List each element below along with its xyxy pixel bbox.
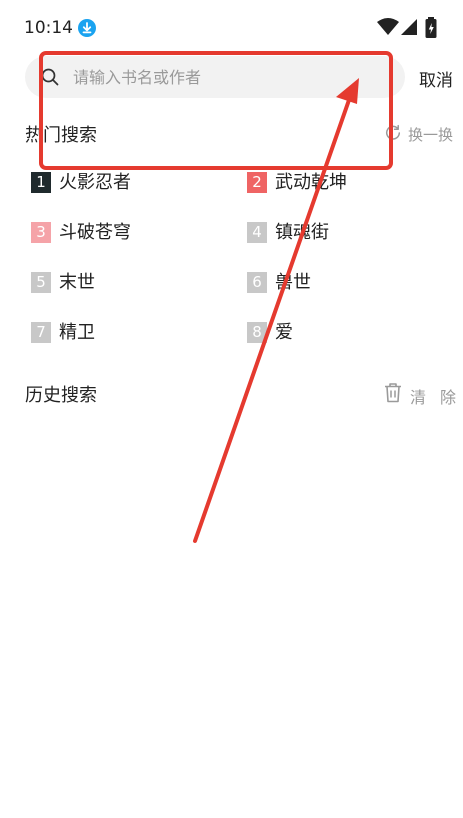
download-badge-icon xyxy=(78,19,96,37)
rank-badge: 3 xyxy=(31,222,51,243)
hot-search-title: 热门搜索 xyxy=(25,125,97,146)
hot-search-label: 爱 xyxy=(275,322,293,343)
hot-search-label: 精卫 xyxy=(59,322,95,343)
hot-search-label: 火影忍者 xyxy=(59,172,131,193)
annotation-arrow-line xyxy=(193,98,351,543)
status-time: 10:14 xyxy=(24,18,73,38)
history-search-title: 历史搜索 xyxy=(25,385,97,406)
hot-search-label: 镇魂街 xyxy=(275,222,329,243)
cancel-button[interactable]: 取消 xyxy=(419,66,453,91)
wifi-icon xyxy=(377,18,399,35)
hot-search-label: 兽世 xyxy=(275,272,311,293)
status-icons xyxy=(377,17,437,38)
hot-search-label: 斗破苍穹 xyxy=(59,222,131,243)
clear-history-label: 清除 xyxy=(410,388,463,407)
rank-badge: 8 xyxy=(247,322,267,343)
rank-badge: 1 xyxy=(31,172,51,193)
hot-search-label: 武动乾坤 xyxy=(275,172,347,193)
search-bar[interactable] xyxy=(25,56,405,98)
rank-badge: 6 xyxy=(247,272,267,293)
rank-badge: 7 xyxy=(31,322,51,343)
search-input[interactable] xyxy=(73,56,393,98)
refresh-icon xyxy=(386,124,401,140)
rank-badge: 5 xyxy=(31,272,51,293)
rank-badge: 2 xyxy=(247,172,267,193)
trash-icon xyxy=(385,383,401,403)
signal-icon xyxy=(401,19,417,35)
refresh-label: 换一换 xyxy=(408,126,454,144)
rank-badge: 4 xyxy=(247,222,267,243)
status-bar: 10:14 xyxy=(0,0,463,56)
hot-search-label: 末世 xyxy=(59,272,95,293)
battery-icon xyxy=(425,17,437,38)
search-icon xyxy=(41,68,59,86)
